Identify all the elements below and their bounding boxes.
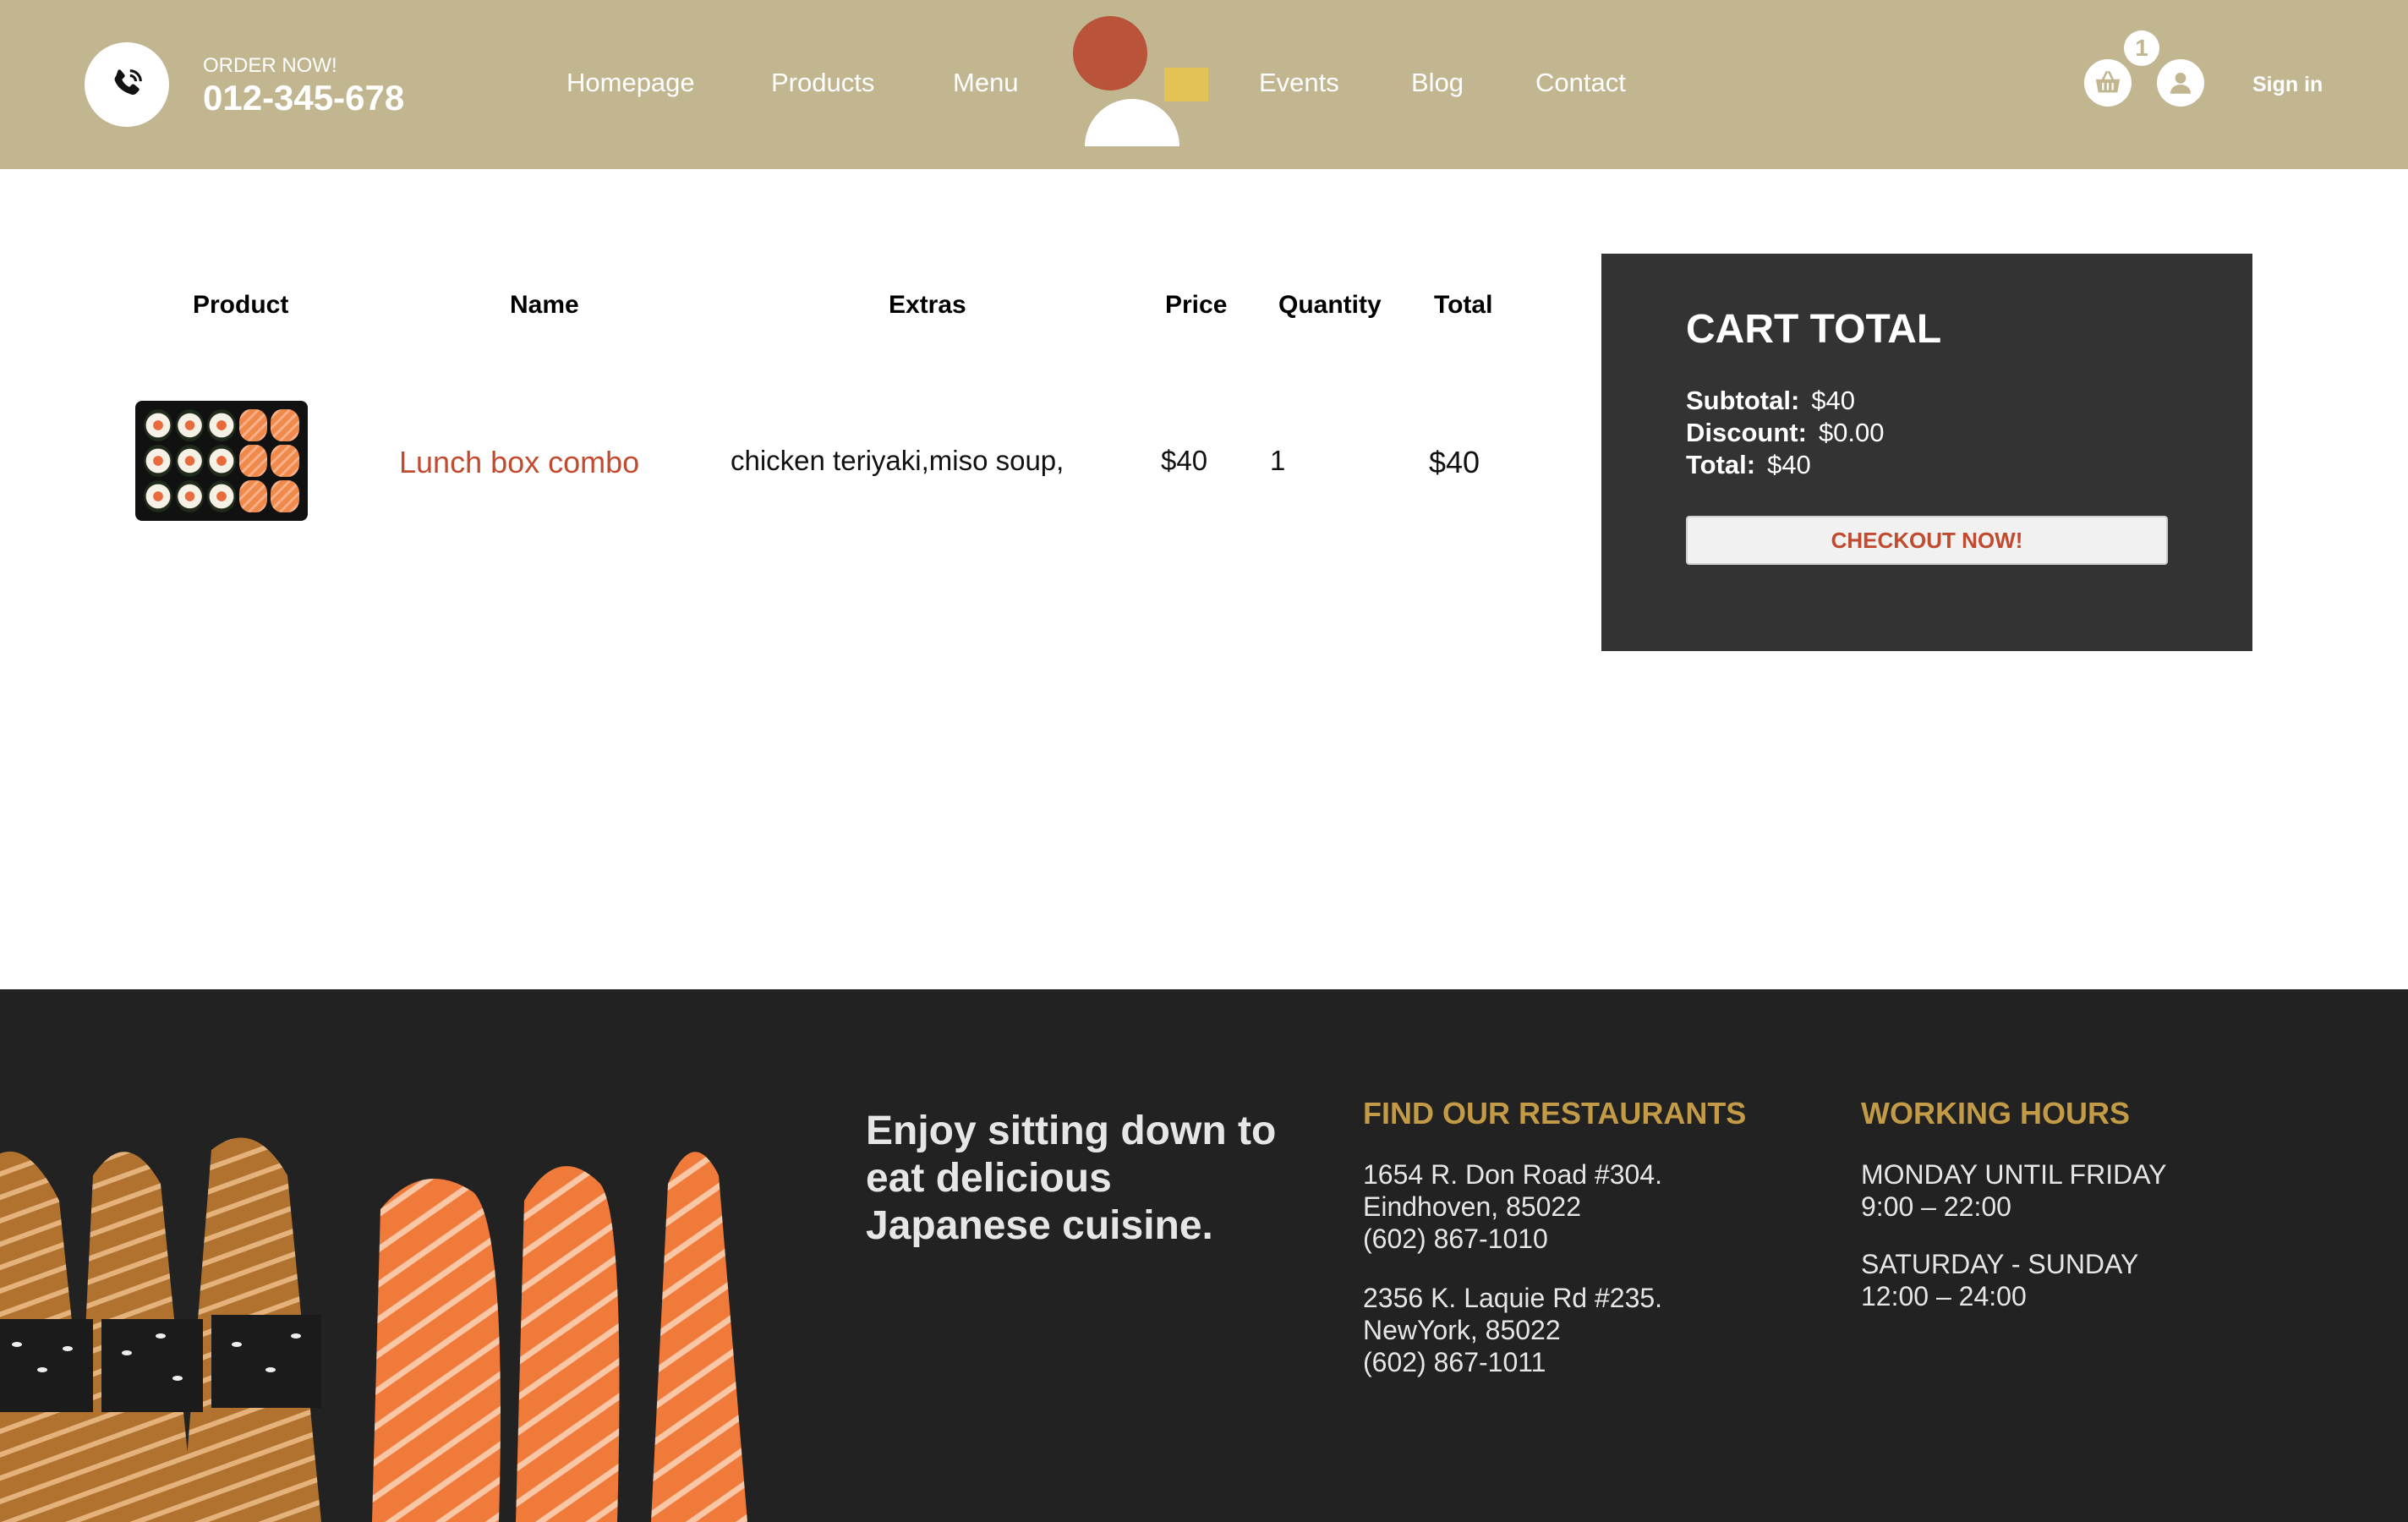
col-header-name: Name <box>510 291 579 319</box>
col-header-extras: Extras <box>889 291 966 319</box>
restaurant-location: 2356 K. Laquie Rd #235. NewYork, 85022 (… <box>1363 1282 1662 1378</box>
nav-homepage[interactable]: Homepage <box>566 68 695 98</box>
product-total: $40 <box>1429 445 1480 479</box>
weekday-label: MONDAY UNTIL FRIDAY <box>1861 1159 2167 1190</box>
discount-value: $0.00 <box>1818 418 1885 447</box>
nav-events[interactable]: Events <box>1259 68 1339 98</box>
sushi-roll <box>207 445 236 477</box>
total-line: Total: $40 <box>1686 450 1811 480</box>
salmon-nigiri <box>238 409 268 441</box>
salmon-nigiri <box>271 480 299 512</box>
subtotal-label: Subtotal: <box>1686 386 1800 415</box>
site-header: ORDER NOW! 012-345-678 Homepage Products… <box>0 0 2408 169</box>
sushi-image <box>0 1125 747 1522</box>
discount-label: Discount: <box>1686 418 1807 447</box>
sign-in-link[interactable]: Sign in <box>2252 73 2323 97</box>
subtotal-value: $40 <box>1811 386 1856 415</box>
nav-menu[interactable]: Menu <box>953 68 1019 98</box>
sushi-roll <box>144 409 172 441</box>
restaurant-phone[interactable]: (602) 867-1011 <box>1363 1346 1662 1378</box>
restaurant-phone[interactable]: (602) 867-1010 <box>1363 1223 1662 1255</box>
restaurant-address: 1654 R. Don Road #304. <box>1363 1159 1663 1190</box>
cart-count-badge: 1 <box>2124 30 2159 66</box>
salmon-nigiri <box>238 480 268 512</box>
checkout-button[interactable]: CHECKOUT NOW! <box>1686 516 2168 565</box>
sushi-roll <box>175 445 205 477</box>
product-extras: chicken teriyaki,miso soup, <box>731 445 1064 476</box>
weekday-time: 9:00 – 22:00 <box>1861 1191 2011 1222</box>
cart-total-panel: CART TOTAL Subtotal: $40 Discount: $0.00 T… <box>1601 254 2252 651</box>
product-image[interactable] <box>135 401 308 521</box>
restaurants-title: FIND OUR RESTAURANTS <box>1363 1096 1747 1131</box>
restaurant-city: NewYork, 85022 <box>1363 1315 1561 1345</box>
sushi-roll <box>175 480 205 512</box>
discount-line: Discount: $0.00 <box>1686 418 1885 448</box>
salmon-nigiri <box>271 445 299 477</box>
restaurant-city: Eindhoven, 85022 <box>1363 1191 1581 1222</box>
phone-icon <box>114 69 142 96</box>
logo-icon[interactable] <box>1070 15 1213 146</box>
restaurant-address: 2356 K. Laquie Rd #235. <box>1363 1283 1663 1313</box>
site-footer: Enjoy sitting down to eat delicious Japa… <box>0 989 2408 1522</box>
nav-products[interactable]: Products <box>771 68 874 98</box>
footer-tagline: Enjoy sitting down to eat delicious Japa… <box>866 1109 1277 1248</box>
col-header-quantity: Quantity <box>1278 291 1382 319</box>
order-phone-number[interactable]: 012-345-678 <box>203 78 404 118</box>
cart-total-title: CART TOTAL <box>1686 307 1942 352</box>
nav-blog[interactable]: Blog <box>1411 68 1464 98</box>
weekday-hours: MONDAY UNTIL FRIDAY 9:00 – 22:00 <box>1861 1158 2167 1223</box>
col-header-price: Price <box>1165 291 1228 319</box>
product-name-link[interactable]: Lunch box combo <box>399 445 639 480</box>
restaurant-location: 1654 R. Don Road #304. Eindhoven, 85022 … <box>1363 1158 1662 1255</box>
weekend-time: 12:00 – 24:00 <box>1861 1281 2027 1311</box>
sushi-roll <box>175 409 205 441</box>
sushi-roll <box>207 480 236 512</box>
weekend-hours: SATURDAY - SUNDAY 12:00 – 24:00 <box>1861 1248 2138 1312</box>
salmon-nigiri <box>238 445 268 477</box>
product-quantity: 1 <box>1270 445 1286 476</box>
working-hours-title: WORKING HOURS <box>1861 1096 2130 1131</box>
subtotal-line: Subtotal: $40 <box>1686 386 1855 416</box>
total-label: Total: <box>1686 450 1756 479</box>
cart-button[interactable] <box>2084 59 2132 107</box>
sushi-roll <box>144 480 172 512</box>
total-value: $40 <box>1767 450 1811 479</box>
account-button[interactable] <box>2157 59 2204 107</box>
sushi-roll <box>144 445 172 477</box>
nav-contact[interactable]: Contact <box>1535 68 1626 98</box>
col-header-product: Product <box>193 291 289 319</box>
user-icon <box>2170 72 2192 94</box>
phone-button[interactable] <box>85 42 169 127</box>
sushi-roll <box>207 409 236 441</box>
salmon-nigiri <box>271 409 299 441</box>
col-header-total: Total <box>1434 291 1493 319</box>
order-now-label: ORDER NOW! <box>203 54 337 77</box>
product-price: $40 <box>1161 445 1208 476</box>
basket-icon <box>2095 70 2121 93</box>
weekend-label: SATURDAY - SUNDAY <box>1861 1249 2139 1279</box>
